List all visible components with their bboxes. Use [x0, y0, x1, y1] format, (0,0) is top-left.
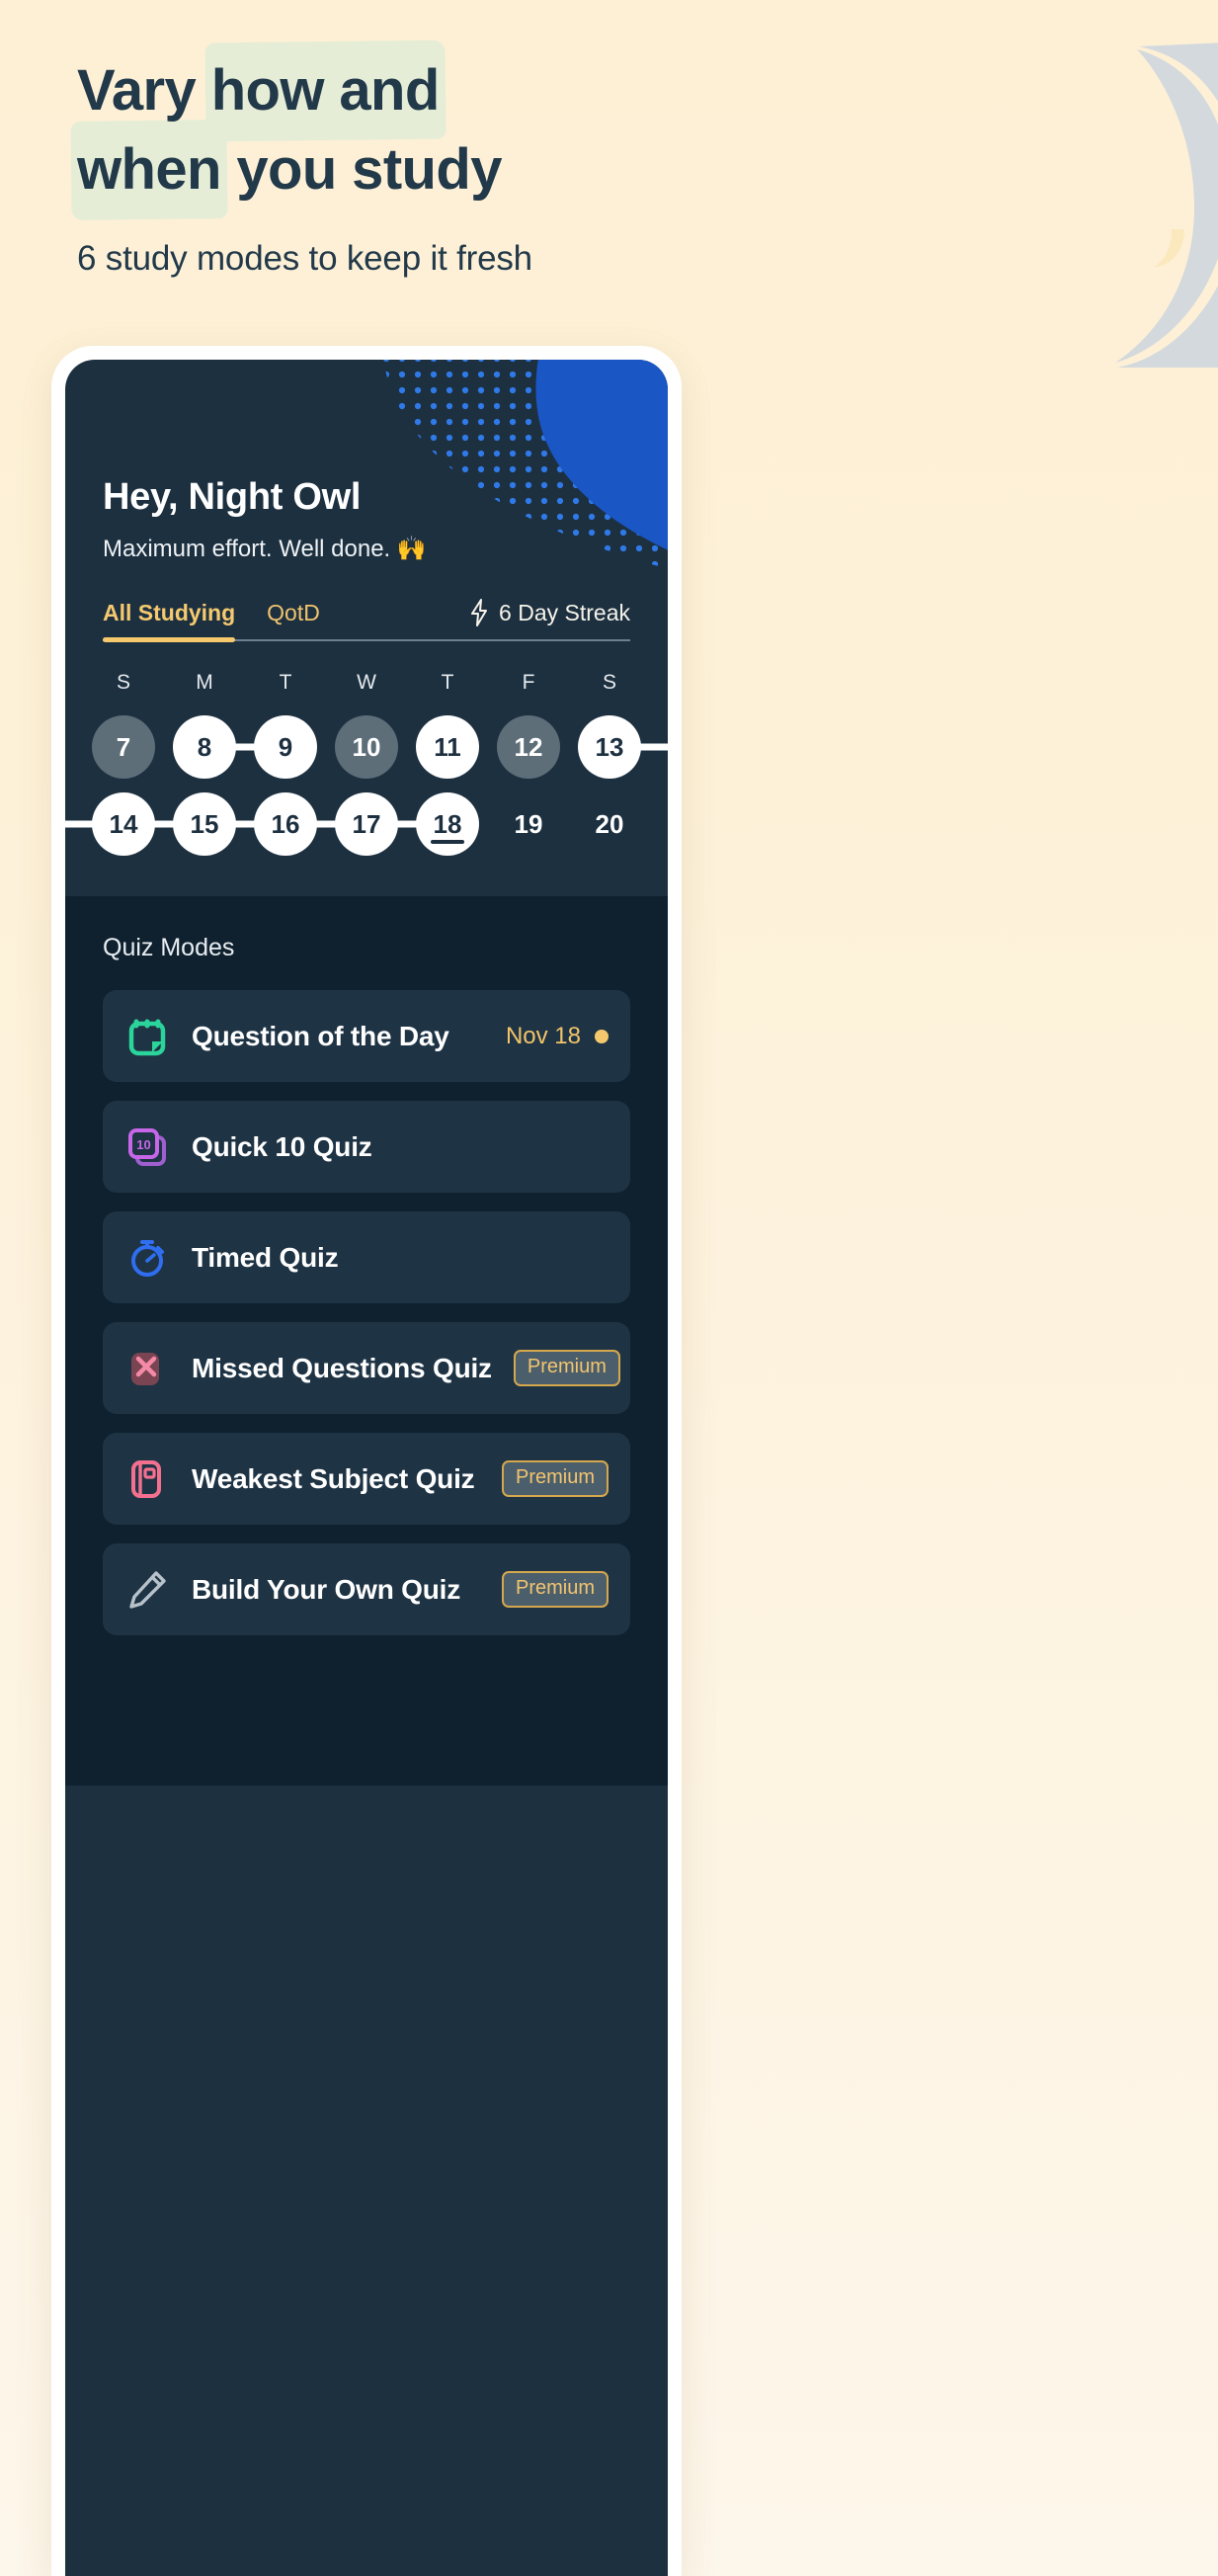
calendar-day[interactable]: 9	[245, 708, 326, 786]
calendar-icon	[124, 1014, 170, 1059]
calendar-dow-row: S M T W T F S	[65, 663, 668, 708]
dow-1: M	[196, 671, 213, 694]
phone-mockup-frame: Hey, Night Owl Maximum effort. Well done…	[51, 346, 682, 2576]
dow-0: S	[116, 671, 130, 694]
calendar-day[interactable]: 11	[407, 708, 488, 786]
day-circle-12: 12	[497, 715, 560, 779]
day-circle-9: 9	[254, 715, 317, 779]
dow-4: T	[441, 671, 454, 694]
day-circle-15: 15	[173, 792, 236, 856]
quiz-mode-label: Build Your Own Quiz	[192, 1573, 461, 1605]
calendar-day[interactable]: 20	[569, 786, 650, 863]
calendar-week-row: 7 8 9 10 11 12 13	[65, 708, 668, 786]
quiz-mode-label: Quick 10 Quiz	[192, 1130, 372, 1162]
dow-6: S	[602, 671, 616, 694]
day-circle-7: 7	[92, 715, 155, 779]
streak-label: 6 Day Streak	[499, 599, 630, 625]
day-circle-10: 10	[335, 715, 398, 779]
headline-line-1: Vary how and	[77, 51, 1149, 130]
quiz-modes-title: Quiz Modes	[103, 934, 235, 961]
quiz-mode-label: Question of the Day	[192, 1020, 449, 1051]
dow-5: F	[522, 671, 535, 694]
greeting-subtitle: Maximum effort. Well done. 🙌	[103, 536, 427, 562]
tab-qotd[interactable]: QotD	[267, 600, 320, 639]
quiz-mode-quick-10[interactable]: 10 Quick 10 Quiz	[103, 1101, 630, 1193]
dow-3: W	[357, 671, 376, 694]
headline-line-2: when you study	[77, 130, 1149, 209]
stopwatch-icon	[124, 1235, 170, 1281]
book-icon	[124, 1456, 170, 1502]
quiz-mode-label: Timed Quiz	[192, 1241, 339, 1273]
quiz-mode-label: Missed Questions Quiz	[192, 1352, 492, 1383]
lightning-bolt-icon	[471, 599, 488, 626]
calendar-day[interactable]: 18	[407, 786, 488, 863]
day-circle-16: 16	[254, 792, 317, 856]
premium-badge: Premium	[513, 1350, 620, 1386]
day-circle-13: 13	[578, 715, 641, 779]
quiz-mode-meta: Premium	[501, 1460, 609, 1497]
marketing-header: Vary how and when you study 6 study mode…	[0, 0, 1218, 279]
calendar-day[interactable]: 12	[488, 708, 569, 786]
calendar-day[interactable]: 13	[569, 708, 668, 786]
pencil-icon	[124, 1567, 170, 1613]
quiz-mode-missed-questions[interactable]: Missed Questions Quiz Premium	[103, 1322, 630, 1414]
calendar-day[interactable]: 19	[488, 786, 569, 863]
unread-dot-icon	[595, 1029, 609, 1043]
phone-screen: Hey, Night Owl Maximum effort. Well done…	[65, 360, 668, 2576]
quiz-mode-timed[interactable]: Timed Quiz	[103, 1211, 630, 1303]
calendar-day[interactable]: 15	[164, 786, 285, 863]
calendar-day[interactable]: 14	[65, 786, 204, 863]
calendar-day[interactable]: 7	[83, 708, 164, 786]
app-header: Hey, Night Owl Maximum effort. Well done…	[65, 360, 668, 563]
day-circle-14: 14	[92, 792, 155, 856]
day-circle-11: 11	[416, 715, 479, 779]
day-circle-19: 19	[514, 808, 543, 839]
x-mark-icon	[124, 1346, 170, 1391]
calendar-week-row: 14 15 16 17 18 19 20	[65, 786, 668, 863]
calendar-day[interactable]: 8	[164, 708, 285, 786]
quiz-mode-meta: Premium	[513, 1350, 620, 1386]
day-circle-18-today: 18	[416, 792, 479, 856]
headline-highlight-2: when	[71, 130, 227, 209]
quick-10-icon-number: 10	[136, 1137, 150, 1152]
greeting-title: Hey, Night Owl	[103, 476, 362, 518]
page-title: Vary how and when you study	[77, 51, 1149, 209]
dow-2: T	[279, 671, 292, 694]
page-subtitle: 6 study modes to keep it fresh	[77, 239, 532, 279]
quiz-mode-build-your-own[interactable]: Build Your Own Quiz Premium	[103, 1543, 630, 1635]
quiz-mode-meta: Nov 18	[506, 1023, 609, 1050]
quiz-mode-date: Nov 18	[505, 1022, 581, 1049]
stacked-cards-10-icon: 10	[124, 1124, 170, 1170]
quiz-mode-label: Weakest Subject Quiz	[192, 1462, 475, 1494]
calendar-day[interactable]: 10	[326, 708, 407, 786]
streak-indicator: 6 Day Streak	[469, 599, 630, 639]
premium-badge: Premium	[501, 1460, 609, 1497]
headline-text-plain-2: you study	[220, 137, 502, 203]
headline-highlight-1: how and	[205, 51, 446, 130]
headline-text-plain: Vary	[77, 58, 211, 123]
day-circle-20: 20	[595, 808, 624, 839]
quiz-modes-section: Quiz Modes Question of the Day Nov 18 10…	[65, 896, 668, 1786]
day-circle-17: 17	[335, 792, 398, 856]
premium-badge: Premium	[501, 1571, 609, 1608]
quiz-mode-meta: Premium	[501, 1571, 609, 1608]
page-root: Vary how and when you study 6 study mode…	[0, 0, 1218, 2576]
study-calendar: S M T W T F S 7 8 9 10 11 12 13 14 15 16…	[65, 641, 668, 863]
day-circle-8: 8	[173, 715, 236, 779]
tabs-row: All Studying QotD 6 Day Streak	[103, 599, 630, 642]
calendar-day[interactable]: 17	[326, 786, 447, 863]
quiz-mode-question-of-the-day[interactable]: Question of the Day Nov 18	[103, 990, 630, 1082]
quiz-mode-weakest-subject[interactable]: Weakest Subject Quiz Premium	[103, 1433, 630, 1525]
calendar-day[interactable]: 16	[245, 786, 366, 863]
tab-all-studying[interactable]: All Studying	[103, 600, 236, 642]
